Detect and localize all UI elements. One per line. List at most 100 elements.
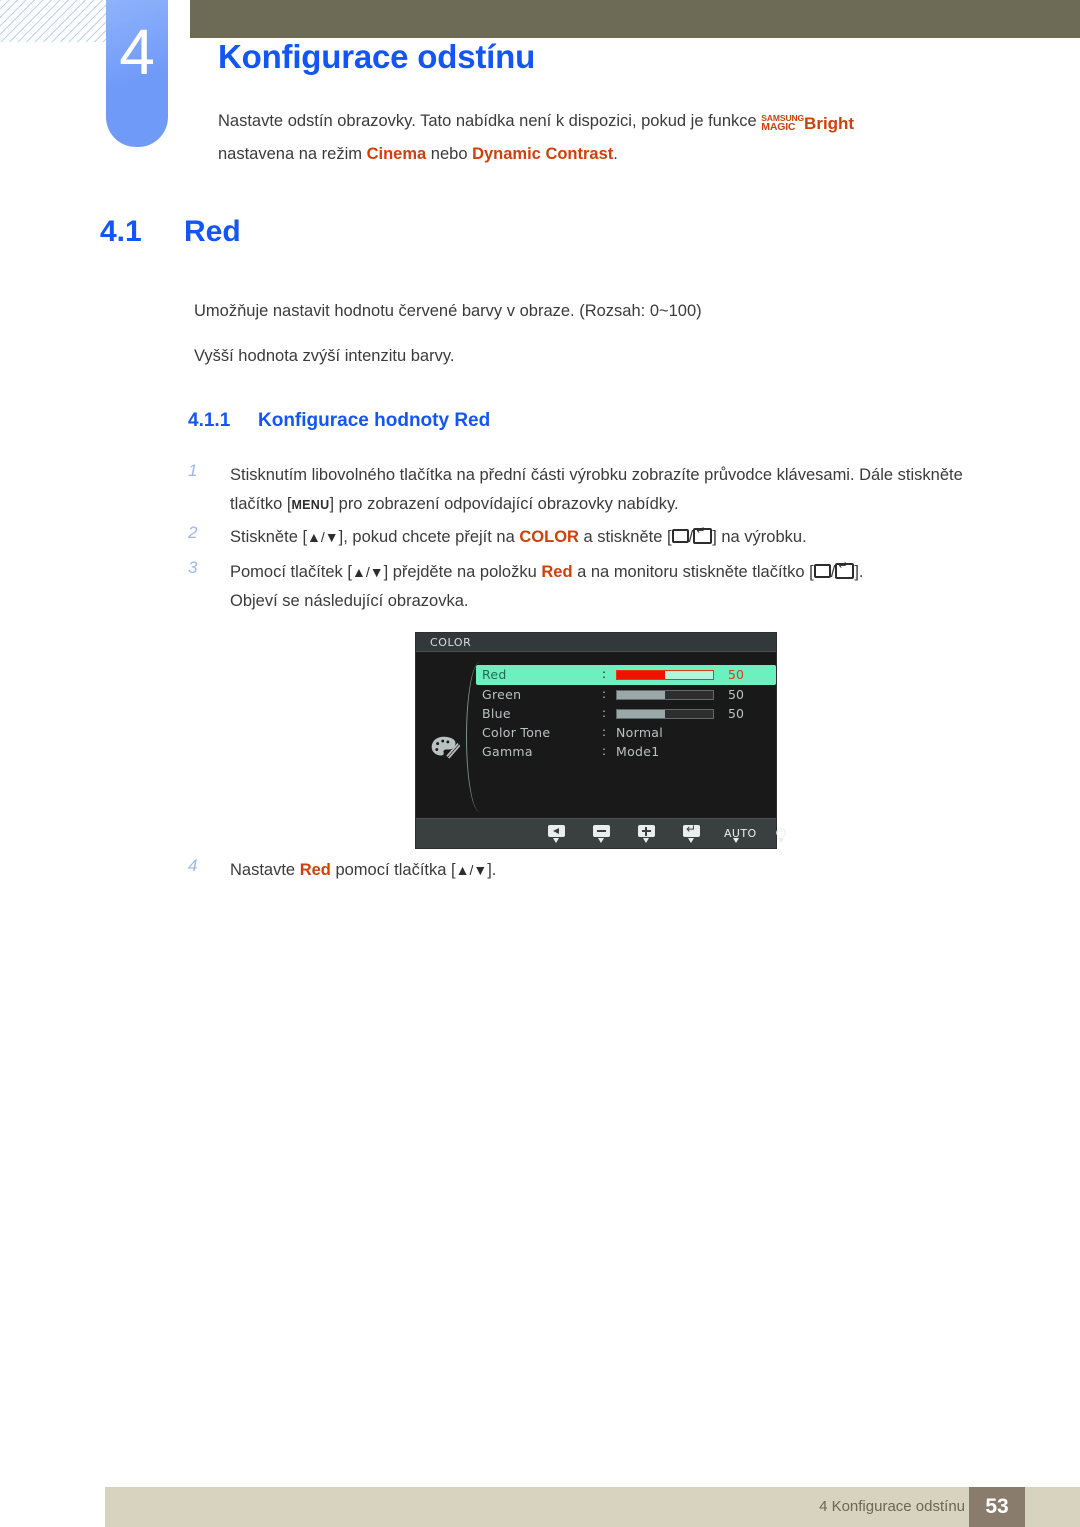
chapter-tab: 4	[106, 0, 168, 147]
osd-value: Normal	[616, 725, 664, 740]
step2-text-a: Stiskněte [	[230, 528, 308, 546]
step2-text-c: a stiskněte [	[578, 528, 672, 546]
osd-rows: Red : 50 Green : 50 Blue : 50 Color Tone…	[476, 665, 776, 761]
step3-text-a: Pomocí tlačítek [	[230, 563, 352, 581]
step-number: 3	[188, 558, 198, 577]
red-menu-highlight: Red	[299, 861, 331, 879]
osd-value: 50	[728, 667, 744, 682]
osd-colon: :	[602, 744, 607, 758]
osd-enter-button[interactable]	[679, 821, 703, 843]
step4-text-c: ].	[487, 861, 497, 879]
enter-icon	[682, 821, 700, 837]
source-square-icon	[671, 529, 689, 543]
osd-row-blue[interactable]: Blue : 50	[476, 704, 776, 723]
step4-text-a: Nastavte	[230, 861, 300, 879]
olive-header-bar	[190, 0, 1080, 38]
step-subtext: Objeví se následující obrazovka.	[230, 592, 469, 610]
step-text: Pomocí tlačítek [▲/▼] přejděte na položk…	[230, 558, 1008, 587]
enter-key-icon	[835, 560, 855, 579]
chapter-number: 4	[119, 16, 155, 88]
plus-icon	[637, 825, 655, 837]
intro-mode-dynamic-contrast: Dynamic Contrast	[472, 145, 614, 164]
osd-colon: :	[602, 706, 607, 720]
caret-down-icon	[552, 838, 559, 843]
up-down-arrow-icon: ▲/▼	[351, 564, 384, 580]
caret-down-icon	[642, 838, 649, 843]
step2-text-d: ] na výrobku.	[712, 528, 807, 546]
page-footer: 4 Konfigurace odstínu 53	[105, 1487, 1080, 1527]
osd-label: Color Tone	[482, 725, 551, 740]
osd-buttons: AUTO ⏻	[544, 821, 793, 843]
osd-body: Red : 50 Green : 50 Blue : 50 Color Tone…	[416, 652, 776, 820]
osd-minus-button[interactable]	[589, 822, 613, 843]
osd-slider-blue[interactable]	[616, 709, 714, 719]
section-title: Red	[184, 215, 241, 248]
osd-back-button[interactable]	[544, 822, 568, 843]
chapter-title: Konfigurace odstínu	[218, 38, 536, 75]
osd-slider-red[interactable]	[616, 670, 714, 680]
step-number: 4	[188, 856, 198, 875]
menu-key-label: MENU	[291, 498, 330, 512]
caret-down-icon	[777, 838, 784, 843]
osd-title: COLOR	[430, 636, 472, 649]
list-item: 3 Pomocí tlačítek [▲/▼] přejděte na polo…	[188, 558, 1008, 587]
hatch-decoration	[0, 0, 112, 42]
intro-text-1: Nastavte odstín obrazovky. Tato nabídka …	[218, 112, 762, 130]
step-text: Stisknutím libovolného tlačítka na předn…	[230, 461, 1008, 520]
intro-mode-cinema: Cinema	[366, 145, 427, 164]
source-square-icon	[813, 564, 831, 578]
osd-value: 50	[728, 687, 744, 702]
osd-row-green[interactable]: Green : 50	[476, 685, 776, 704]
caret-down-icon	[687, 838, 694, 843]
step-number: 2	[188, 523, 198, 542]
minus-icon	[592, 825, 610, 837]
subsection-number: 4.1.1	[188, 410, 231, 431]
intro-text-3: nebo	[426, 145, 473, 164]
enter-key-icon	[693, 525, 713, 544]
osd-auto-button[interactable]: AUTO	[724, 822, 756, 843]
osd-label: Blue	[482, 706, 511, 721]
osd-colon: :	[602, 725, 607, 739]
section-number: 4.1	[100, 215, 142, 248]
osd-plus-button[interactable]	[634, 822, 658, 843]
osd-colon: :	[602, 667, 607, 681]
paragraph-higher-value: Vyšší hodnota zvýší intenzitu barvy.	[194, 347, 455, 365]
osd-value: 50	[728, 706, 744, 721]
step3-text-c: a na monitoru stiskněte tlačítko [	[572, 563, 814, 581]
magic-logo-magic: MAGIC	[761, 120, 796, 133]
intro-text-4: .	[613, 145, 618, 164]
list-item: 4 Nastavte Red pomocí tlačítka [▲/▼].	[188, 856, 1008, 885]
step2-text-b: ], pokud chcete přejít na	[338, 528, 520, 546]
list-item: 2 Stiskněte [▲/▼], pokud chcete přejít n…	[188, 523, 1008, 552]
caret-down-icon	[732, 838, 739, 843]
intro-text-2: nastavena na režim	[218, 145, 367, 164]
osd-label: Gamma	[482, 744, 533, 759]
osd-row-color-tone[interactable]: Color Tone : Normal	[476, 723, 776, 742]
osd-button-bar: AUTO ⏻	[416, 818, 786, 848]
up-down-arrow-icon: ▲/▼	[455, 862, 488, 878]
page-header: 4 Konfigurace odstínu Nastavte odstín ob…	[0, 0, 1080, 163]
osd-slider-green[interactable]	[616, 690, 714, 700]
osd-row-gamma[interactable]: Gamma : Mode1	[476, 742, 776, 761]
samsung-magic-logo: SAMSUNG MAGIC Bright	[761, 107, 854, 140]
palette-icon	[431, 736, 461, 759]
step-text: Nastavte Red pomocí tlačítka [▲/▼].	[230, 856, 1008, 885]
subsection-title: Konfigurace hodnoty Red	[258, 410, 491, 431]
osd-label: Green	[482, 687, 522, 702]
osd-colon: :	[602, 687, 607, 701]
caret-down-icon	[597, 838, 604, 843]
osd-label: Red	[482, 667, 507, 682]
step-number: 1	[188, 461, 198, 480]
page-number-box: 53	[969, 1487, 1025, 1527]
list-item: 1 Stisknutím libovolného tlačítka na pře…	[188, 461, 1008, 520]
osd-power-button[interactable]: ⏻	[769, 822, 793, 843]
red-menu-highlight: Red	[541, 563, 573, 581]
step-text: Stiskněte [▲/▼], pokud chcete přejít na …	[230, 523, 1008, 552]
osd-row-red[interactable]: Red : 50	[476, 665, 776, 685]
osd-value: Mode1	[616, 744, 660, 759]
auto-label: AUTO	[724, 827, 757, 840]
chapter-intro-paragraph: Nastavte odstín obrazovky. Tato nabídka …	[218, 105, 1008, 171]
back-icon	[547, 825, 565, 837]
color-menu-highlight: COLOR	[519, 528, 579, 546]
step4-text-b: pomocí tlačítka [	[330, 861, 456, 879]
